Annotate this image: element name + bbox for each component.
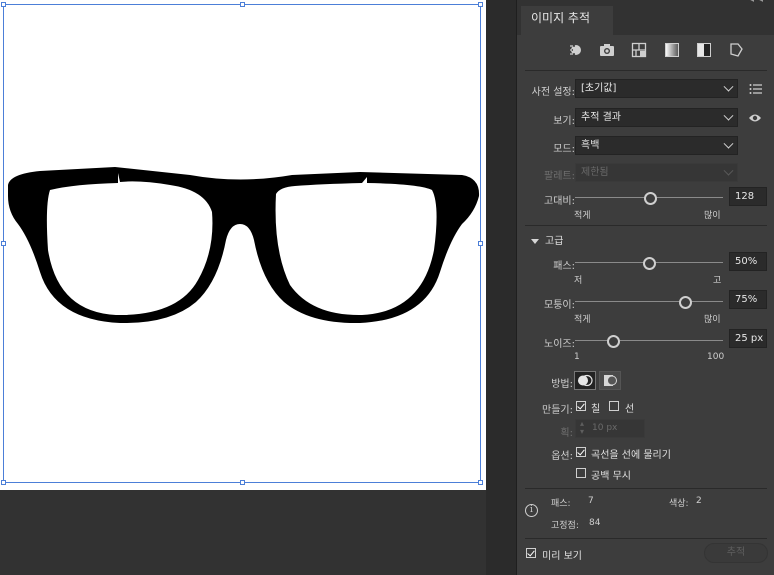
advanced-label: 고급 — [545, 236, 564, 247]
threshold-min-label: 적게 — [574, 211, 591, 221]
stroke-checkbox-label: 선 — [625, 404, 635, 415]
divider — [525, 488, 767, 489]
preset-icon-row — [565, 42, 755, 62]
preview-checkbox[interactable] — [526, 548, 536, 558]
preset-label: 사전 설정: — [531, 87, 575, 98]
info-anchors-label: 고정점: — [551, 521, 579, 531]
method-overlapping-button[interactable] — [599, 371, 621, 390]
palette-dropdown[interactable]: 제한됨 — [575, 163, 738, 182]
selection-handle[interactable] — [478, 241, 483, 246]
divider — [525, 225, 767, 226]
stroke-checkbox[interactable] — [609, 401, 619, 411]
black-and-white-icon[interactable] — [694, 42, 714, 62]
info-colors-value: 2 — [696, 496, 702, 506]
palette-value: 제한됨 — [581, 167, 609, 178]
paths-slider-knob[interactable] — [643, 257, 656, 270]
noise-min-label: 1 — [574, 352, 580, 362]
chevron-down-icon — [723, 81, 734, 92]
stroke-width-stepper[interactable]: ▴ ▾ 10 px — [575, 419, 645, 438]
corners-max-label: 많이 — [704, 315, 721, 325]
method-label: 방법: — [551, 379, 573, 390]
paths-min-label: 저 — [574, 276, 583, 286]
corners-label: 모퉁이: — [544, 300, 575, 311]
image-trace-panel: 이미지 추적 ◂◂ 사전 설정: [초기값] 보기: 추적 결과 — [516, 0, 774, 575]
options-label: 옵션: — [551, 451, 573, 462]
preset-value: [초기값] — [581, 83, 617, 94]
paths-value-field[interactable]: 50% — [729, 252, 767, 271]
eye-icon[interactable] — [748, 112, 762, 127]
selection-handle[interactable] — [1, 241, 6, 246]
corners-value-field[interactable]: 75% — [729, 290, 767, 309]
trace-button[interactable]: 추적 — [704, 543, 768, 563]
abutting-icon — [578, 374, 593, 387]
selection-bounding-box — [3, 4, 481, 483]
pasteboard — [486, 0, 516, 575]
selection-handle[interactable] — [1, 480, 6, 485]
info-anchors-value: 84 — [589, 518, 601, 528]
noise-slider-knob[interactable] — [607, 335, 620, 348]
palette-label: 팔레트: — [544, 171, 575, 182]
triangle-down-icon — [531, 238, 539, 244]
info-paths-value: 7 — [588, 496, 594, 506]
fill-checkbox[interactable] — [576, 401, 586, 411]
mode-label: 모드: — [553, 144, 575, 155]
mode-value: 흑백 — [581, 140, 600, 151]
view-label: 보기: — [553, 116, 575, 127]
info-paths-label: 패스: — [551, 499, 571, 509]
outline-icon[interactable] — [726, 42, 746, 62]
ignore-white-checkbox[interactable] — [576, 468, 586, 478]
panel-collapse-icon[interactable]: ◂◂ — [749, 0, 767, 5]
corners-slider-knob[interactable] — [679, 296, 692, 309]
chevron-down-icon — [723, 165, 734, 176]
auto-color-icon[interactable] — [565, 42, 585, 62]
chevron-down-icon — [723, 110, 734, 121]
view-dropdown[interactable]: 추적 결과 — [575, 108, 738, 127]
selection-handle[interactable] — [240, 480, 245, 485]
mode-dropdown[interactable]: 흑백 — [575, 136, 738, 155]
ignore-white-label: 공백 무시 — [591, 471, 631, 482]
corners-min-label: 적게 — [574, 315, 591, 325]
selection-handle[interactable] — [478, 2, 483, 7]
info-icon: i — [525, 504, 538, 517]
advanced-toggle[interactable]: 고급 — [531, 232, 563, 247]
fill-checkbox-label: 칠 — [591, 404, 601, 415]
snap-curves-label: 곡선을 선에 물리기 — [591, 450, 671, 461]
high-color-photo-icon[interactable] — [597, 42, 617, 62]
threshold-label: 고대비: — [544, 196, 575, 207]
overlapping-icon — [604, 375, 617, 386]
preview-label: 미리 보기 — [542, 551, 582, 562]
paths-max-label: 고 — [713, 276, 722, 286]
method-abutting-button[interactable] — [574, 371, 596, 390]
stroke-width-label: 획: — [560, 428, 573, 439]
selection-handle[interactable] — [1, 2, 6, 7]
divider — [525, 538, 767, 539]
grayscale-icon[interactable] — [662, 42, 682, 62]
paths-label: 패스: — [553, 261, 575, 272]
stepper-arrows-icon: ▴ ▾ — [580, 419, 585, 436]
noise-value-field[interactable]: 25 px — [729, 329, 767, 348]
preset-dropdown[interactable]: [초기값] — [575, 79, 738, 98]
low-color-icon[interactable] — [629, 42, 649, 62]
chevron-down-icon — [723, 138, 734, 149]
threshold-value-field[interactable]: 128 — [729, 187, 767, 206]
panel-tab-bar: 이미지 추적 ◂◂ — [517, 0, 774, 35]
threshold-max-label: 많이 — [704, 211, 721, 221]
divider — [525, 70, 767, 71]
selection-handle[interactable] — [478, 480, 483, 485]
threshold-slider-knob[interactable] — [644, 192, 657, 205]
noise-max-label: 100 — [707, 352, 725, 362]
snap-curves-checkbox[interactable] — [576, 447, 586, 457]
create-label: 만들기: — [542, 405, 573, 416]
stroke-width-value: 10 px — [592, 423, 618, 433]
selection-handle[interactable] — [240, 2, 245, 7]
noise-slider-track[interactable] — [575, 340, 723, 341]
panel-title-tab[interactable]: 이미지 추적 — [521, 6, 613, 35]
preset-menu-icon[interactable] — [749, 83, 763, 98]
info-colors-label: 색상: — [669, 499, 689, 509]
view-value: 추적 결과 — [581, 112, 621, 123]
corners-slider-track[interactable] — [575, 301, 723, 302]
artboard[interactable] — [0, 0, 486, 490]
noise-label: 노이즈: — [544, 339, 575, 350]
